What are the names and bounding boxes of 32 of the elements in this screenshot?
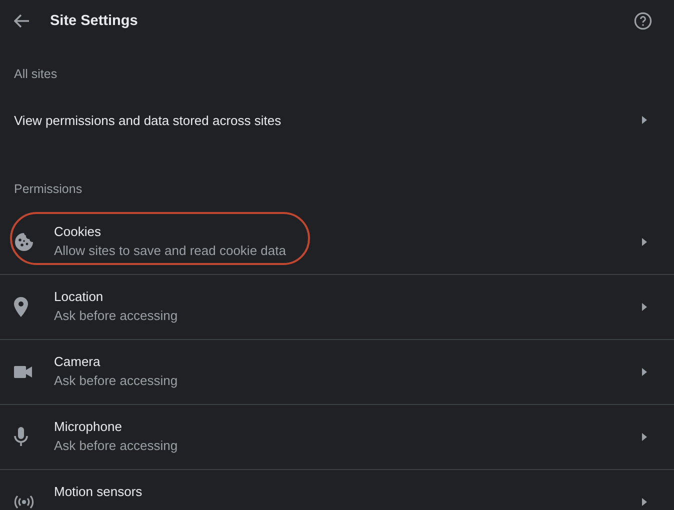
permission-row[interactable]: Cookies Allow sites to save and read cookie data (0, 209, 674, 274)
permission-title: Location (54, 289, 104, 304)
sensor-waves-icon (14, 495, 34, 509)
permission-title: Microphone (54, 419, 123, 434)
permission-row[interactable]: Location Ask before accessing (0, 274, 674, 339)
back-arrow-icon[interactable] (14, 14, 30, 28)
permission-row[interactable]: Motion sensors (0, 469, 674, 510)
section-heading: Permissions (14, 182, 82, 196)
permission-title: Camera (54, 354, 102, 369)
permission-description: Ask before accessing (54, 308, 179, 323)
permission-row[interactable]: Camera Ask before accessing (0, 339, 674, 404)
permission-row[interactable]: Microphone Ask before accessing (0, 404, 674, 469)
permission-description: Ask before accessing (54, 438, 179, 453)
help-icon[interactable] (634, 12, 652, 30)
chevron-icon (642, 368, 647, 376)
map-pin-icon (14, 297, 28, 317)
video-camera-icon (14, 366, 32, 378)
chevron-icon (642, 433, 647, 441)
chevron-icon (642, 116, 647, 124)
page-title: Site Settings (50, 13, 139, 29)
permission-description: Ask before accessing (54, 373, 179, 388)
permission-description: Allow sites to save and read cookie data (54, 242, 287, 258)
permission-title: Motion sensors (54, 484, 144, 499)
all-sites-row[interactable]: View permissions and data stored across sites (0, 82, 674, 158)
section-heading: All sites (14, 67, 58, 81)
row-label: View permissions and data stored across sites (14, 112, 282, 128)
cookie-icon (14, 232, 34, 252)
chevron-icon (642, 498, 647, 506)
chevron-icon (642, 303, 647, 311)
microphone-icon (14, 427, 28, 447)
permission-title: Cookies (54, 224, 102, 238)
chevron-icon (642, 238, 647, 246)
